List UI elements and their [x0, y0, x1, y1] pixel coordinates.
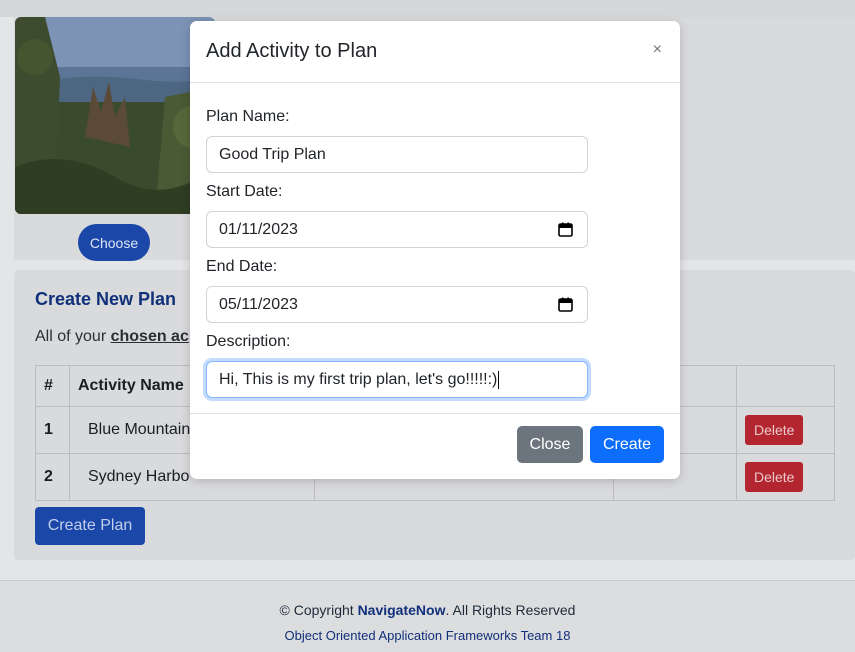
plan-description: All of your chosen ac	[35, 328, 189, 346]
start-date-value: 01/11/2023	[219, 220, 298, 238]
description-label: Description:	[206, 333, 291, 350]
plan-name-label: Plan Name:	[206, 108, 290, 125]
top-strip	[0, 0, 855, 17]
row-number: 1	[35, 406, 70, 454]
end-date-input[interactable]: 05/11/2023	[206, 286, 588, 323]
description-value: Hi, This is my first trip plan, let's go…	[219, 370, 498, 388]
plan-description-prefix: All of your	[35, 328, 111, 345]
plan-name-value: Good Trip Plan	[219, 145, 326, 163]
text-caret	[498, 370, 500, 389]
col-header-actions	[736, 365, 835, 407]
add-activity-modal: Add Activity to Plan × Plan Name: Good T…	[190, 21, 680, 479]
modal-title: Add Activity to Plan	[206, 40, 378, 62]
col-header-number: #	[35, 365, 70, 407]
row-action: Delete	[736, 453, 835, 501]
brand-name: NavigateNow	[357, 602, 446, 618]
description-input[interactable]: Hi, This is my first trip plan, let's go…	[206, 361, 588, 398]
calendar-icon[interactable]	[558, 297, 573, 312]
end-date-value: 05/11/2023	[219, 295, 298, 313]
delete-button[interactable]: Delete	[745, 415, 804, 445]
plan-description-emphasis: chosen ac	[110, 328, 189, 345]
create-plan-heading: Create New Plan	[35, 289, 177, 309]
start-date-input[interactable]: 01/11/2023	[206, 211, 588, 248]
end-date-label: End Date:	[206, 258, 278, 275]
start-date-label: Start Date:	[206, 183, 283, 200]
close-icon[interactable]: ×	[653, 41, 662, 59]
activity-photo	[15, 17, 215, 214]
row-number: 2	[35, 453, 70, 501]
copyright-prefix: © Copyright	[279, 602, 358, 618]
calendar-icon[interactable]	[558, 222, 573, 237]
row-action: Delete	[736, 406, 835, 454]
footer-copyright: © Copyright NavigateNow. All Rights Rese…	[0, 602, 855, 618]
plan-name-input[interactable]: Good Trip Plan	[206, 136, 588, 173]
copyright-suffix: . All Rights Reserved	[445, 602, 576, 618]
create-button[interactable]: Create	[590, 426, 664, 463]
choose-button[interactable]: Choose	[78, 224, 150, 261]
close-button[interactable]: Close	[517, 426, 583, 463]
footer-team: Object Oriented Application Frameworks T…	[284, 628, 571, 643]
modal-footer	[190, 413, 680, 414]
delete-button[interactable]: Delete	[745, 462, 804, 492]
create-plan-button[interactable]: Create Plan	[35, 507, 145, 545]
